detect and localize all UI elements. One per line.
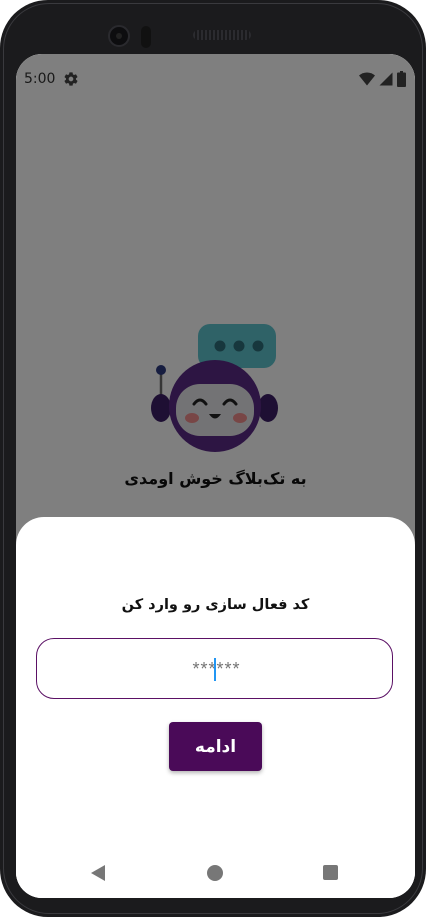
recents-icon[interactable]	[323, 865, 338, 880]
phone-frame: 5:00	[0, 0, 426, 917]
proximity-sensor	[141, 26, 151, 48]
activation-bottom-sheet: کد فعال سازی رو وارد کن ادامه	[16, 517, 415, 898]
screen: 5:00	[16, 54, 415, 898]
activation-code-field[interactable]	[36, 638, 396, 700]
earpiece-speaker	[193, 30, 251, 40]
activation-code-input[interactable]	[37, 639, 396, 700]
front-camera	[108, 25, 130, 47]
system-nav-bar	[16, 853, 415, 898]
home-icon[interactable]	[207, 865, 223, 881]
continue-button[interactable]: ادامه	[169, 722, 262, 771]
back-icon[interactable]	[91, 865, 105, 881]
text-caret	[214, 658, 216, 681]
sheet-title: کد فعال سازی رو وارد کن	[121, 597, 310, 613]
